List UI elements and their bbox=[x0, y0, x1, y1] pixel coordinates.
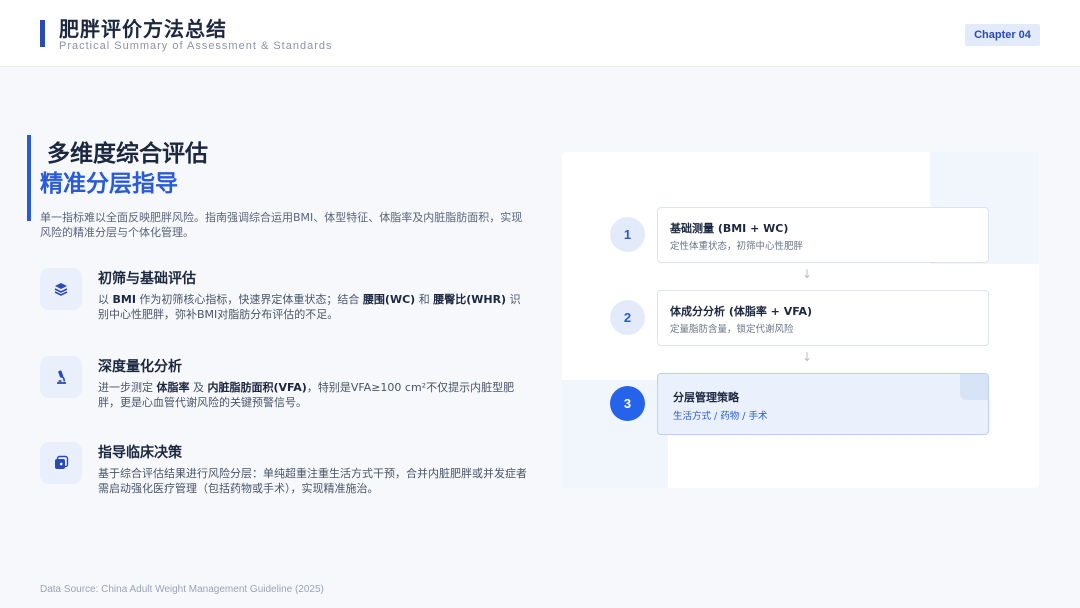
chapter-badge: Chapter 04 bbox=[965, 24, 1040, 46]
feature-description: 基于综合评估结果进行风险分层：单纯超重注重生活方式干预，合并内脏肥胖或并发症者需… bbox=[98, 467, 527, 495]
medical-plus-icon bbox=[40, 442, 82, 484]
step-subtitle: 定性体重状态，初筛中心性肥胖 bbox=[670, 241, 804, 252]
feature-title: 初筛与基础评估 bbox=[98, 271, 196, 287]
layers-icon bbox=[40, 268, 82, 310]
hero-subheading: 精准分层指导 bbox=[40, 171, 178, 197]
step-number-3: 3 bbox=[610, 386, 645, 421]
data-source-footer: Data Source: China Adult Weight Manageme… bbox=[40, 584, 324, 595]
step-number-2: 2 bbox=[610, 300, 645, 335]
hero-heading: 多维度综合评估 bbox=[47, 141, 208, 167]
arrow-down-icon: ↓ bbox=[802, 350, 813, 364]
header-accent-bar bbox=[40, 20, 45, 47]
step-card-2: 体成分分析 (体脂率 + VFA) 定量脂肪含量，锁定代谢风险 bbox=[657, 290, 989, 346]
step-title: 分层管理策略 bbox=[673, 391, 739, 404]
feature-description: 以 BMI 作为初筛核心指标，快速界定体重状态；结合 腰围(WC) 和 腰臀比(… bbox=[98, 293, 521, 321]
header: 肥胖评价方法总结 Practical Summary of Assessment… bbox=[0, 0, 1080, 67]
hero-accent-bar bbox=[27, 135, 31, 221]
step-title: 体成分分析 (体脂率 + VFA) bbox=[670, 305, 813, 318]
microscope-icon bbox=[40, 356, 82, 398]
page-subtitle: Practical Summary of Assessment & Standa… bbox=[59, 40, 333, 52]
intro-paragraph: 单一指标难以全面反映肥胖风险。指南强调综合运用BMI、体型特征、体脂率及内脏脂肪… bbox=[40, 211, 523, 239]
step-card-1: 基础测量 (BMI + WC) 定性体重状态，初筛中心性肥胖 bbox=[657, 207, 989, 263]
feature-description: 进一步测定 体脂率 及 内脏脂肪面积(VFA)，特别是VFA≥100 cm²不仅… bbox=[98, 381, 515, 409]
step-subtitle: 生活方式 / 药物 / 手术 bbox=[673, 411, 768, 422]
page-title: 肥胖评价方法总结 bbox=[59, 17, 227, 41]
step-card-3: 分层管理策略 生活方式 / 药物 / 手术 bbox=[657, 373, 989, 435]
card-corner-decoration bbox=[960, 374, 988, 400]
feature-title: 指导临床决策 bbox=[98, 445, 182, 461]
step-number-1: 1 bbox=[610, 217, 645, 252]
feature-title: 深度量化分析 bbox=[98, 359, 182, 375]
step-title: 基础测量 (BMI + WC) bbox=[670, 222, 789, 235]
arrow-down-icon: ↓ bbox=[802, 267, 813, 281]
step-subtitle: 定量脂肪含量，锁定代谢风险 bbox=[670, 324, 794, 335]
